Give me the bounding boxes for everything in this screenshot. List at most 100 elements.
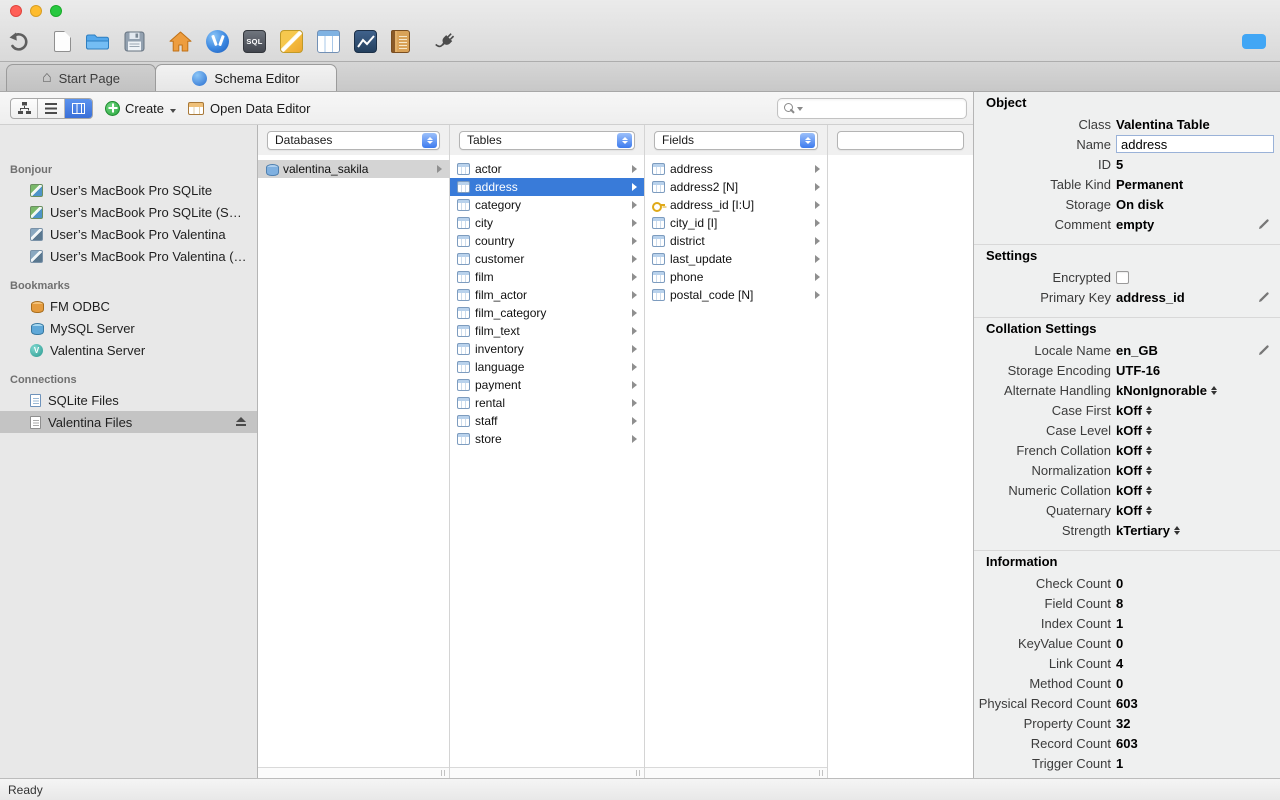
item-customer[interactable]: customer — [450, 250, 644, 268]
tree-view-button[interactable] — [11, 98, 38, 118]
zoom-button[interactable] — [50, 5, 62, 17]
sidebar-item-user-s-macbook-pro-valentina-s[interactable]: User’s MacBook Pro Valentina (S… — [0, 245, 257, 267]
diagram-button[interactable] — [280, 30, 303, 53]
sidebar-item-user-s-macbook-pro-sqlite[interactable]: User’s MacBook Pro SQLite — [0, 179, 257, 201]
valentina-home-button[interactable] — [206, 30, 229, 53]
home-button[interactable] — [169, 31, 192, 52]
edit-icon[interactable] — [1258, 344, 1270, 356]
horizontal-scrollbar[interactable] — [258, 767, 449, 778]
item-postal-code-n[interactable]: postal_code [N] — [645, 286, 827, 304]
item-inventory[interactable]: inventory — [450, 340, 644, 358]
filter-combo-fields[interactable]: Fields — [654, 130, 818, 150]
item-language[interactable]: language — [450, 358, 644, 376]
close-button[interactable] — [10, 5, 22, 17]
sidebar-item-valentina-files[interactable]: Valentina Files — [0, 411, 257, 433]
property-label: Locale Name — [1034, 342, 1111, 358]
sidebar-section-bonjour: Bonjour — [10, 164, 53, 176]
property-label: Record Count — [1030, 735, 1111, 751]
sidebar-item-mysql-server[interactable]: MySQL Server — [0, 317, 257, 339]
item-film-category[interactable]: film_category — [450, 304, 644, 322]
columns-view-button[interactable] — [65, 98, 92, 118]
eject-icon[interactable] — [235, 417, 247, 427]
save-icon — [124, 31, 145, 52]
property-class: Class Valentina Table — [974, 114, 1280, 134]
item-label: postal_code [N] — [670, 288, 754, 302]
minimize-button[interactable] — [30, 5, 42, 17]
property-value: 0 — [1116, 676, 1270, 691]
item-store[interactable]: store — [450, 430, 644, 448]
undo-button[interactable] — [8, 32, 30, 52]
property-value: Permanent — [1116, 177, 1270, 192]
item-country[interactable]: country — [450, 232, 644, 250]
property-value: en_GB — [1116, 343, 1258, 358]
horizontal-scrollbar[interactable] — [645, 767, 827, 778]
item-payment[interactable]: payment — [450, 376, 644, 394]
columns-browser-button[interactable] — [317, 30, 340, 53]
tab-start-page[interactable]: Start Page — [6, 64, 156, 91]
disclosure-arrow-icon — [632, 219, 637, 227]
encrypted-checkbox[interactable] — [1116, 270, 1129, 284]
method-count-value: 0 — [1116, 675, 1124, 691]
table-icon — [652, 235, 665, 247]
sql-editor-button[interactable]: SQL — [243, 30, 266, 53]
popup-arrows-icon[interactable] — [1173, 525, 1180, 535]
item-city[interactable]: city — [450, 214, 644, 232]
search-scope-caret-icon[interactable] — [797, 106, 803, 114]
filter-combo-databases[interactable]: Databases — [267, 130, 440, 150]
popup-arrows-icon[interactable] — [1146, 445, 1152, 455]
name-input[interactable] — [1116, 135, 1274, 153]
popup-arrows-icon[interactable] — [1211, 385, 1218, 395]
popup-arrows-icon[interactable] — [1146, 505, 1152, 515]
item-phone[interactable]: phone — [645, 268, 827, 286]
item-address[interactable]: address — [450, 178, 644, 196]
item-last-update[interactable]: last_update — [645, 250, 827, 268]
search-input[interactable] — [805, 101, 960, 115]
item-label: address2 [N] — [670, 180, 739, 194]
item-address2-n[interactable]: address2 [N] — [645, 178, 827, 196]
tab-schema-editor[interactable]: Schema Editor — [155, 64, 337, 91]
sidebar-item-user-s-macbook-pro-sqlite-ssl[interactable]: User’s MacBook Pro SQLite (SSL) — [0, 201, 257, 223]
item-label: inventory — [475, 342, 524, 356]
new-document-button[interactable] — [54, 31, 71, 52]
popup-arrows-icon[interactable] — [1146, 465, 1152, 475]
item-district[interactable]: district — [645, 232, 827, 250]
disclosure-arrow-icon — [632, 435, 637, 443]
open-button[interactable] — [85, 32, 110, 51]
horizontal-scrollbar[interactable] — [450, 767, 644, 778]
item-rental[interactable]: rental — [450, 394, 644, 412]
list-view-button[interactable] — [38, 98, 65, 118]
item-category[interactable]: category — [450, 196, 644, 214]
edit-icon[interactable] — [1258, 291, 1270, 303]
item-film-text[interactable]: film_text — [450, 322, 644, 340]
save-button[interactable] — [124, 31, 145, 52]
create-button[interactable]: Create — [105, 100, 177, 116]
charts-button[interactable] — [354, 30, 377, 53]
edit-icon[interactable] — [1258, 218, 1270, 230]
titlebar[interactable] — [0, 0, 1280, 22]
sidebar-item-valentina-server[interactable]: V Valentina Server — [0, 339, 257, 361]
connection-button[interactable] — [434, 30, 457, 53]
item-address-id-i-u[interactable]: address_id [I:U] — [645, 196, 827, 214]
popup-arrows-icon[interactable] — [1146, 425, 1152, 435]
item-staff[interactable]: staff — [450, 412, 644, 430]
sidebar-item-fm-odbc[interactable]: FM ODBC — [0, 295, 257, 317]
item-film[interactable]: film — [450, 268, 644, 286]
feedback-button[interactable] — [1242, 34, 1266, 49]
column-browser: Databases valentina_sakila Tables actor addr… — [258, 125, 973, 778]
item-address[interactable]: address — [645, 160, 827, 178]
item-city-id-i[interactable]: city_id [I] — [645, 214, 827, 232]
item-actor[interactable]: actor — [450, 160, 644, 178]
report-button[interactable] — [391, 30, 410, 53]
filter-combo-tables[interactable]: Tables — [459, 130, 635, 150]
sidebar-item-sqlite-files[interactable]: SQLite Files — [0, 389, 257, 411]
tree-view-icon — [17, 102, 31, 114]
tab-bar: Start Page Schema Editor — [0, 62, 1280, 92]
item-film-actor[interactable]: film_actor — [450, 286, 644, 304]
item-valentina-sakila[interactable]: valentina_sakila — [258, 160, 449, 178]
popup-arrows-icon[interactable] — [1146, 405, 1152, 415]
popup-arrows-icon[interactable] — [1146, 485, 1152, 495]
sidebar-item-user-s-macbook-pro-valentina[interactable]: User’s MacBook Pro Valentina — [0, 223, 257, 245]
open-data-editor-button[interactable]: Open Data Editor — [188, 101, 310, 116]
search-field[interactable] — [777, 97, 967, 119]
filter-combo-4[interactable] — [837, 130, 964, 150]
